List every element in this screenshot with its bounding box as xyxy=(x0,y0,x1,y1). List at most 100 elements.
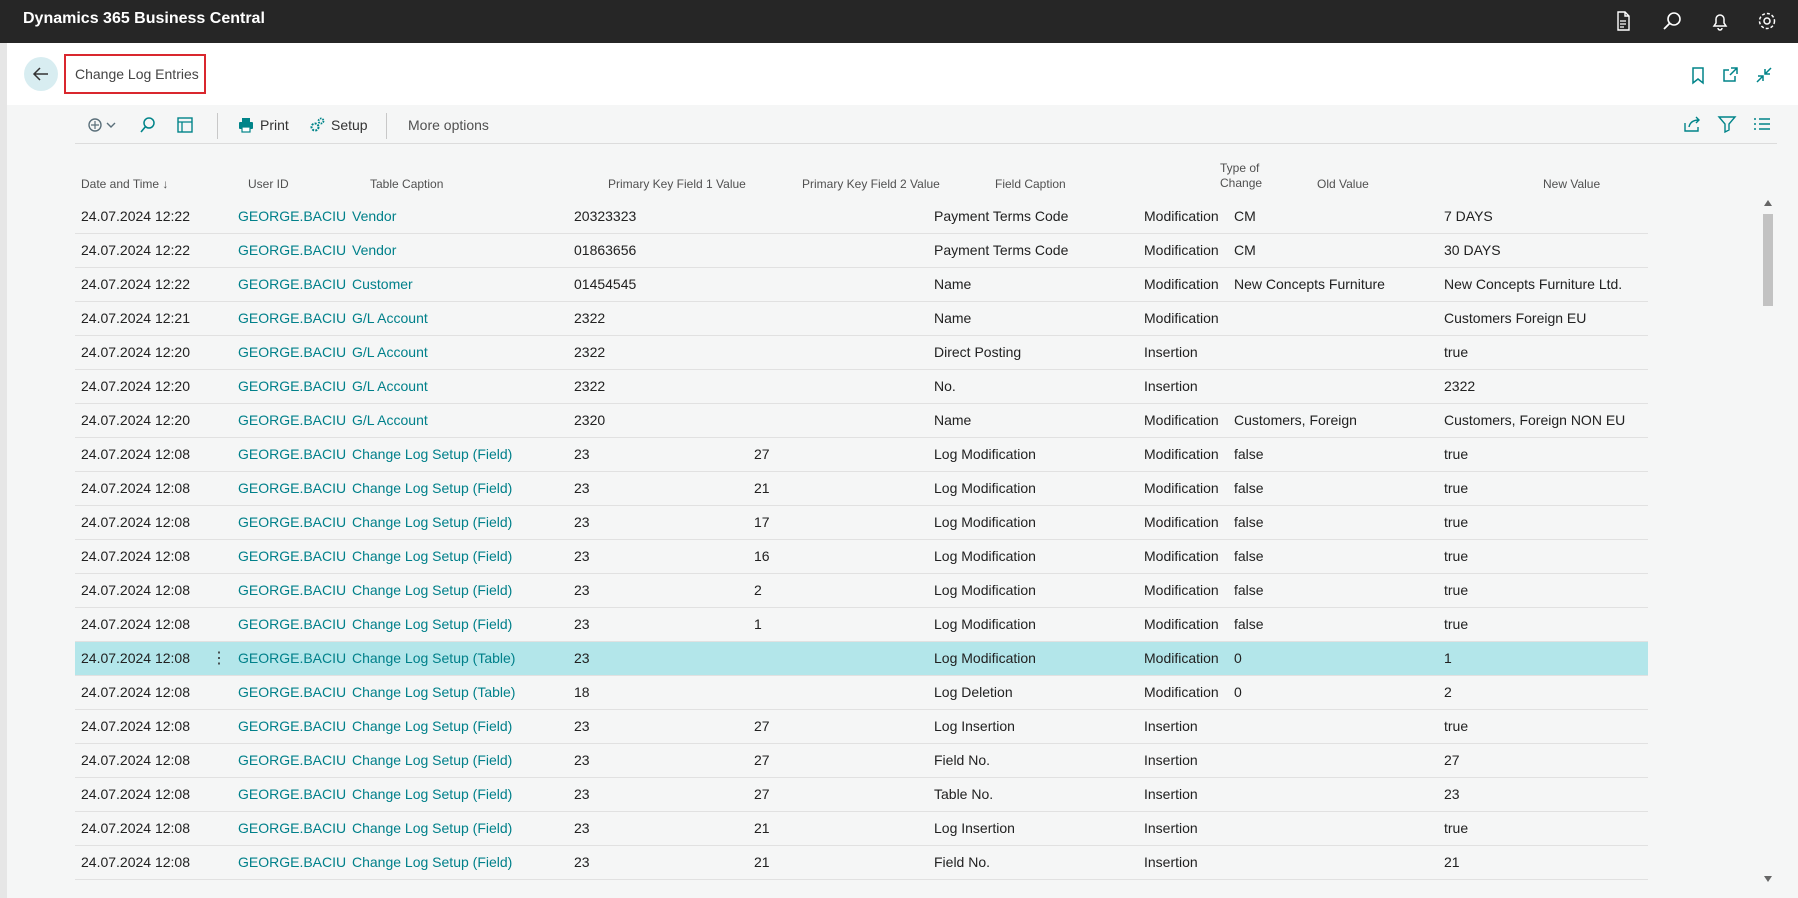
cell-field-caption: No. xyxy=(934,378,956,394)
table-row[interactable]: 24.07.2024 12:20 GEORGE.BACIU G/L Account 2… xyxy=(75,336,1648,370)
cell-table-caption[interactable]: Change Log Setup (Field) xyxy=(352,710,512,743)
table-row[interactable]: 24.07.2024 12:08 GEORGE.BACIU Change Log S… xyxy=(75,438,1648,472)
cell-old-value: 0 xyxy=(1234,684,1242,700)
cell-table-caption[interactable]: G/L Account xyxy=(352,404,428,437)
cell-user-id[interactable]: GEORGE.BACIU xyxy=(238,642,346,675)
cell-table-caption[interactable]: Change Log Setup (Field) xyxy=(352,472,512,505)
cell-user-id[interactable]: GEORGE.BACIU xyxy=(238,336,346,369)
cell-table-caption[interactable]: Change Log Setup (Field) xyxy=(352,846,512,879)
bookmark-icon[interactable] xyxy=(1688,65,1708,85)
column-header-table-caption[interactable]: Table Caption xyxy=(370,177,443,192)
search-list-button[interactable] xyxy=(139,115,163,135)
vertical-scrollbar[interactable] xyxy=(1762,200,1774,886)
cell-date-time: 24.07.2024 12:08 xyxy=(81,548,190,564)
cell-table-caption[interactable]: Change Log Setup (Field) xyxy=(352,438,512,471)
row-menu-icon[interactable]: ⋮ xyxy=(211,642,227,675)
cell-new-value: true xyxy=(1444,718,1469,734)
table-row[interactable]: 24.07.2024 12:08 GEORGE.BACIU Change Log S… xyxy=(75,676,1648,710)
table-row[interactable]: 24.07.2024 12:08 GEORGE.BACIU Change Log S… xyxy=(75,472,1648,506)
table-row[interactable]: 24.07.2024 12:08 GEORGE.BACIU Change Log S… xyxy=(75,574,1648,608)
cell-user-id[interactable]: GEORGE.BACIU xyxy=(238,540,346,573)
filter-pane-button[interactable] xyxy=(176,115,200,135)
cell-user-id[interactable]: GEORGE.BACIU xyxy=(238,506,346,539)
cell-user-id[interactable]: GEORGE.BACIU xyxy=(238,268,346,301)
cell-user-id[interactable]: GEORGE.BACIU xyxy=(238,744,346,777)
table-row[interactable]: 24.07.2024 12:20 GEORGE.BACIU G/L Account 2… xyxy=(75,404,1648,438)
table-row[interactable]: 24.07.2024 12:08 GEORGE.BACIU Change Log S… xyxy=(75,642,1648,676)
table-row[interactable]: 24.07.2024 12:08 GEORGE.BACIU Change Log S… xyxy=(75,846,1648,880)
collapse-icon[interactable] xyxy=(1754,65,1774,85)
gear-icon[interactable] xyxy=(1755,9,1779,33)
cell-user-id[interactable]: GEORGE.BACIU xyxy=(238,438,346,471)
cell-user-id[interactable]: GEORGE.BACIU xyxy=(238,370,346,403)
cell-user-id[interactable]: GEORGE.BACIU xyxy=(238,608,346,641)
filter-icon[interactable] xyxy=(1717,115,1737,133)
table-row[interactable]: 24.07.2024 12:21 GEORGE.BACIU G/L Account 2… xyxy=(75,302,1648,336)
column-header-type-of-change[interactable]: Type of Change xyxy=(1220,161,1262,191)
scroll-thumb[interactable] xyxy=(1763,214,1773,306)
column-header-new-value[interactable]: New Value xyxy=(1543,177,1600,192)
cell-user-id[interactable]: GEORGE.BACIU xyxy=(238,846,346,879)
search-icon[interactable] xyxy=(1660,9,1684,33)
table-row[interactable]: 24.07.2024 12:22 GEORGE.BACIU Vendor 018636… xyxy=(75,234,1648,268)
cell-table-caption[interactable]: Change Log Setup (Field) xyxy=(352,540,512,573)
open-new-window-icon[interactable] xyxy=(1720,65,1740,85)
scroll-down-icon[interactable] xyxy=(1764,876,1772,882)
cell-user-id[interactable]: GEORGE.BACIU xyxy=(238,472,346,505)
cell-table-caption[interactable]: Change Log Setup (Field) xyxy=(352,778,512,811)
table-row[interactable]: 24.07.2024 12:22 GEORGE.BACIU Customer 0145… xyxy=(75,268,1648,302)
table-row[interactable]: 24.07.2024 12:08 GEORGE.BACIU Change Log S… xyxy=(75,506,1648,540)
back-button[interactable] xyxy=(24,57,58,91)
cell-user-id[interactable]: GEORGE.BACIU xyxy=(238,302,346,335)
column-header-pk1[interactable]: Primary Key Field 1 Value xyxy=(608,177,746,192)
cell-table-caption[interactable]: Change Log Setup (Field) xyxy=(352,608,512,641)
cell-user-id[interactable]: GEORGE.BACIU xyxy=(238,710,346,743)
bell-icon[interactable] xyxy=(1708,9,1732,33)
table-row[interactable]: 24.07.2024 12:08 GEORGE.BACIU Change Log S… xyxy=(75,812,1648,846)
cell-table-caption[interactable]: Customer xyxy=(352,268,413,301)
cell-table-caption[interactable]: Change Log Setup (Field) xyxy=(352,812,512,845)
cell-user-id[interactable]: GEORGE.BACIU xyxy=(238,812,346,845)
column-header-pk2[interactable]: Primary Key Field 2 Value xyxy=(802,177,940,192)
scroll-up-icon[interactable] xyxy=(1764,200,1772,206)
column-header-user-id[interactable]: User ID xyxy=(248,177,289,192)
cell-table-caption[interactable]: Change Log Setup (Field) xyxy=(352,574,512,607)
cell-user-id[interactable]: GEORGE.BACIU xyxy=(238,200,346,233)
share-icon[interactable] xyxy=(1682,115,1702,133)
table-row[interactable]: 24.07.2024 12:08 GEORGE.BACIU Change Log S… xyxy=(75,540,1648,574)
app-title[interactable]: Dynamics 365 Business Central xyxy=(23,10,265,28)
cell-table-caption[interactable]: Change Log Setup (Table) xyxy=(352,676,515,709)
cell-table-caption[interactable]: G/L Account xyxy=(352,336,428,369)
cell-new-value: true xyxy=(1444,548,1469,564)
cell-table-caption[interactable]: G/L Account xyxy=(352,370,428,403)
column-header-field-caption[interactable]: Field Caption xyxy=(995,177,1066,192)
cell-field-caption: Log Modification xyxy=(934,582,1036,598)
cell-table-caption[interactable]: Change Log Setup (Field) xyxy=(352,506,512,539)
cell-old-value: CM xyxy=(1234,242,1256,258)
cell-table-caption[interactable]: G/L Account xyxy=(352,302,428,335)
column-header-old-value[interactable]: Old Value xyxy=(1317,177,1369,192)
cell-table-caption[interactable]: Vendor xyxy=(352,234,396,267)
setup-button[interactable]: Setup xyxy=(309,115,368,135)
print-button[interactable]: Print xyxy=(238,115,289,135)
cell-user-id[interactable]: GEORGE.BACIU xyxy=(238,778,346,811)
cell-user-id[interactable]: GEORGE.BACIU xyxy=(238,574,346,607)
more-options-button[interactable]: More options xyxy=(408,115,489,135)
column-header-date-time[interactable]: Date and Time ↓ xyxy=(81,177,168,192)
view-switch-button[interactable] xyxy=(86,115,124,135)
cell-table-caption[interactable]: Change Log Setup (Field) xyxy=(352,744,512,777)
document-icon[interactable] xyxy=(1611,9,1635,33)
table-row[interactable]: 24.07.2024 12:08 GEORGE.BACIU Change Log S… xyxy=(75,744,1648,778)
table-row[interactable]: 24.07.2024 12:22 GEORGE.BACIU Vendor 203233… xyxy=(75,200,1648,234)
table-row[interactable]: 24.07.2024 12:08 GEORGE.BACIU Change Log S… xyxy=(75,778,1648,812)
list-view-icon[interactable] xyxy=(1752,115,1772,133)
cell-user-id[interactable]: GEORGE.BACIU xyxy=(238,676,346,709)
cell-pk1: 23 xyxy=(574,548,590,564)
cell-table-caption[interactable]: Change Log Setup (Table) xyxy=(352,642,515,675)
table-row[interactable]: 24.07.2024 12:08 GEORGE.BACIU Change Log S… xyxy=(75,608,1648,642)
table-row[interactable]: 24.07.2024 12:20 GEORGE.BACIU G/L Account 2… xyxy=(75,370,1648,404)
cell-user-id[interactable]: GEORGE.BACIU xyxy=(238,234,346,267)
table-row[interactable]: 24.07.2024 12:08 GEORGE.BACIU Change Log S… xyxy=(75,710,1648,744)
cell-table-caption[interactable]: Vendor xyxy=(352,200,396,233)
cell-user-id[interactable]: GEORGE.BACIU xyxy=(238,404,346,437)
